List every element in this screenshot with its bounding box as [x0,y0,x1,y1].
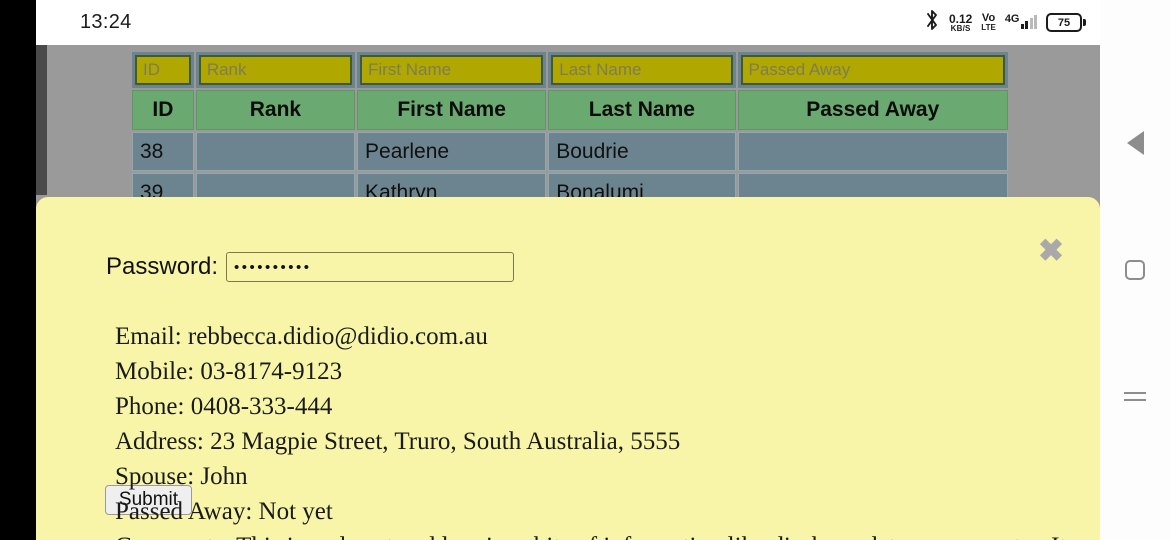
column-header-rank[interactable]: Rank [195,90,356,130]
cell-rank[interactable] [195,132,356,171]
table-row: 38 Pearlene Boudrie [132,132,1008,171]
battery-icon: 75 [1046,13,1086,32]
column-header-passed-away[interactable]: Passed Away [737,90,1008,130]
filter-cell-id: ID [132,52,194,88]
filter-row: ID Rank First Name Last Name Passed Away [132,52,1008,88]
detail-passed-away: Passed Away: Not yet [115,498,333,525]
cell-last-name[interactable]: Boudrie [548,132,736,171]
column-header-first-name[interactable]: First Name [357,90,547,130]
detail-address: Address: 23 Magpie Street, Truro, South … [115,428,681,455]
password-label: Password: [106,253,219,280]
volte-icon: Vo LTE [981,13,996,32]
cell-first-name[interactable]: Pearlene [357,132,547,171]
vertical-scrollbar[interactable] [36,45,47,195]
detail-phone: Phone: 0408-333-444 [115,393,333,420]
filter-input-last-name[interactable]: Last Name [551,55,733,85]
header-row: ID Rank First Name Last Name Passed Away [132,90,1008,130]
network-type-label: 4G [1004,13,1020,25]
cell-passed-away[interactable] [737,132,1008,171]
filter-cell-first-name: First Name [357,52,547,88]
network-speed-value: 0.12 [948,11,973,26]
filter-input-passed-away[interactable]: Passed Away [740,55,1005,85]
password-input[interactable]: •••••••••• [226,252,515,282]
detail-email: Email: rebbecca.didio@didio.com.au [115,323,488,350]
filter-cell-last-name: Last Name [548,52,736,88]
device-bezel-left [0,0,36,540]
signal-bars-icon [1020,15,1037,29]
records-table: ID Rank First Name Last Name Passed Away [130,50,1010,214]
password-row: Password: •••••••••• [106,252,515,282]
column-header-id[interactable]: ID [132,90,194,130]
detail-spouse: Spouse: John [115,463,248,490]
signal-indicator: 4G [1004,13,1037,29]
battery-level-label: 75 [1046,13,1082,32]
detail-mobile: Mobile: 03-8174-9123 [115,358,343,385]
bluetooth-icon [925,9,940,36]
filter-input-rank[interactable]: Rank [198,55,353,85]
detail-comments: Comments: This is a place to add various… [115,529,1095,540]
network-speed-unit: KB/S [950,23,971,33]
column-header-last-name[interactable]: Last Name [548,90,736,130]
record-detail-modal: ✖ Password: •••••••••• Submit Email: reb… [36,197,1100,540]
home-icon[interactable] [1122,257,1148,283]
volte-line-2: LTE [981,23,996,32]
filter-input-first-name[interactable]: First Name [360,55,544,85]
back-icon[interactable] [1122,130,1148,156]
close-icon[interactable]: ✖ [1038,235,1064,266]
filter-cell-rank: Rank [195,52,356,88]
status-bar: 13:24 0.12 KB/S Vo LTE 4G 75 [36,0,1100,45]
status-indicators: 0.12 KB/S Vo LTE 4G 75 [925,9,1086,36]
record-details: Email: rebbecca.didio@didio.com.au Mobil… [115,319,1095,540]
network-speed-indicator: 0.12 KB/S [949,13,972,33]
phone-screen: 13:24 0.12 KB/S Vo LTE 4G 75 ID Rank Fir… [0,0,1170,540]
cell-id[interactable]: 38 [132,132,194,171]
filter-cell-passed-away: Passed Away [737,52,1008,88]
battery-nub [1083,19,1086,26]
status-clock: 13:24 [80,11,132,33]
system-navigation-bar [1100,0,1170,540]
recents-icon[interactable] [1122,384,1148,410]
filter-input-id[interactable]: ID [135,55,191,85]
